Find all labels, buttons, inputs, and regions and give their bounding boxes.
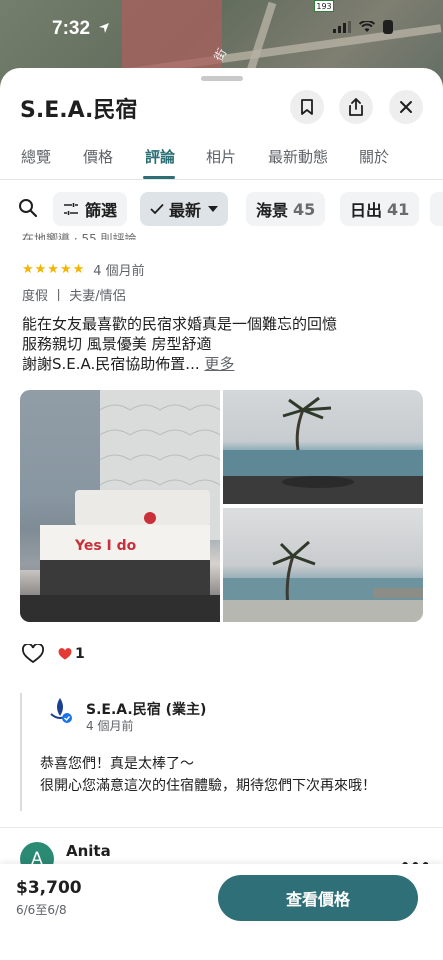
trip-tags: 度假 丨 夫妻/情侶	[22, 289, 126, 304]
location-arrow-icon	[99, 23, 109, 33]
balcony-photo-illustration	[223, 396, 423, 504]
reviewer-name[interactable]: Anita	[66, 842, 111, 860]
topic-chip-label: 海景	[256, 201, 289, 220]
reviewer-meta: 在地嚮導 · 55 則評論	[22, 232, 137, 240]
map-area	[122, 0, 222, 78]
tab-overview[interactable]: 總覽	[21, 146, 51, 180]
owner-reply-body: 恭喜您們！真是太棒了～ 很開心您滿意這次的住宿體驗，期待您們下次再來哦！	[40, 753, 376, 797]
price-bar: $3,700 6/6至6/8 查看價格	[0, 864, 443, 960]
check-icon	[150, 203, 164, 215]
heart-reaction: 1	[58, 646, 85, 662]
heart-count: 1	[75, 646, 85, 662]
topic-chip-count: 45	[293, 199, 316, 219]
owner-logo	[50, 698, 72, 723]
tune-icon	[64, 203, 78, 215]
review-filters: 篩選 最新 海景 45 日出 41	[0, 190, 443, 230]
search-icon	[19, 199, 38, 218]
battery-icon	[383, 20, 393, 34]
rating-row: ★★★★★ 4 個月前	[22, 260, 145, 279]
search-reviews-button[interactable]	[18, 198, 38, 222]
topic-chip-count: 41	[387, 199, 410, 219]
share-icon	[349, 98, 363, 116]
review-line: 能在女友最喜歡的民宿求婚真是一個難忘的回憶	[22, 315, 338, 333]
tab-about[interactable]: 關於	[359, 146, 389, 180]
drag-handle[interactable]	[201, 76, 243, 81]
status-time: 7:32	[52, 18, 91, 39]
owner-reply: S.E.A.民宿 (業主) 4 個月前 恭喜您們！真是太棒了～ 很開心您滿意這次…	[20, 693, 420, 811]
route-shield: 193	[314, 0, 334, 12]
review-photo-room[interactable]: Yes I do	[20, 390, 220, 622]
review-body: 能在女友最喜歡的民宿求婚真是一個難忘的回憶 服務親切 風景優美 房型舒適 謝謝S…	[22, 314, 337, 374]
svg-text:Yes I do: Yes I do	[74, 538, 137, 554]
topic-chip-sunrise[interactable]: 日出 41	[340, 192, 420, 226]
owner-reply-line: 很開心您滿意這次的住宿體驗，期待您們下次再來哦！	[40, 778, 376, 794]
review-reactions: 1	[22, 644, 85, 664]
red-heart-icon	[58, 647, 72, 660]
dropdown-arrow-icon	[208, 206, 219, 212]
topic-chip-label: 日出	[350, 201, 383, 220]
cellular-signal-icon	[333, 21, 351, 33]
active-tab-indicator	[143, 176, 175, 179]
sort-label: 最新	[169, 201, 202, 220]
view-prices-button[interactable]: 查看價格	[218, 875, 418, 921]
tab-reviews[interactable]: 評論	[145, 146, 175, 180]
stay-dates: 6/6至6/8	[16, 903, 67, 917]
bookmark-icon	[301, 99, 313, 115]
price: $3,700	[16, 878, 82, 898]
review-line: 服務親切 風景優美 房型舒適	[22, 335, 212, 353]
close-button[interactable]	[389, 90, 423, 124]
like-button[interactable]	[22, 644, 44, 664]
status-icons	[333, 20, 393, 34]
tab-updates[interactable]: 最新動態	[268, 146, 328, 180]
owner-reply-line: 恭喜您們！真是太棒了～	[40, 756, 194, 772]
more-link[interactable]: 更多	[204, 355, 234, 373]
review-photo-balcony[interactable]	[223, 390, 423, 504]
review-divider	[0, 827, 443, 828]
review-photo-sea[interactable]	[223, 508, 423, 622]
filter-chip[interactable]: 篩選	[53, 192, 128, 226]
filter-label: 篩選	[85, 201, 118, 220]
sea-photo-illustration	[223, 540, 423, 622]
owner-name: S.E.A.民宿 (業主)	[86, 702, 207, 718]
save-button[interactable]	[290, 90, 324, 124]
place-sheet: S.E.A.民宿 總覽 價格 評論 相片 最新動態 關於 篩選 最新 海景 45…	[0, 68, 443, 960]
sort-chip[interactable]: 最新	[140, 192, 229, 226]
owner-reply-time: 4 個月前	[86, 719, 134, 733]
tab-bar: 總覽 價格 評論 相片 最新動態 關於	[0, 146, 443, 180]
close-icon	[400, 101, 412, 113]
topic-chip-sea-view[interactable]: 海景 45	[246, 192, 326, 226]
room-photo-illustration: Yes I do	[20, 390, 220, 622]
share-button[interactable]	[339, 90, 373, 124]
wifi-icon	[359, 21, 375, 32]
tab-prices[interactable]: 價格	[83, 146, 113, 180]
review-time: 4 個月前	[93, 264, 145, 279]
star-rating: ★★★★★	[22, 262, 86, 277]
tab-photos[interactable]: 相片	[206, 146, 236, 180]
place-title: S.E.A.民宿	[20, 98, 138, 123]
topic-chip-next[interactable]	[430, 192, 443, 226]
review-line: 謝謝S.E.A.民宿協助佈置... 更多	[22, 355, 235, 373]
